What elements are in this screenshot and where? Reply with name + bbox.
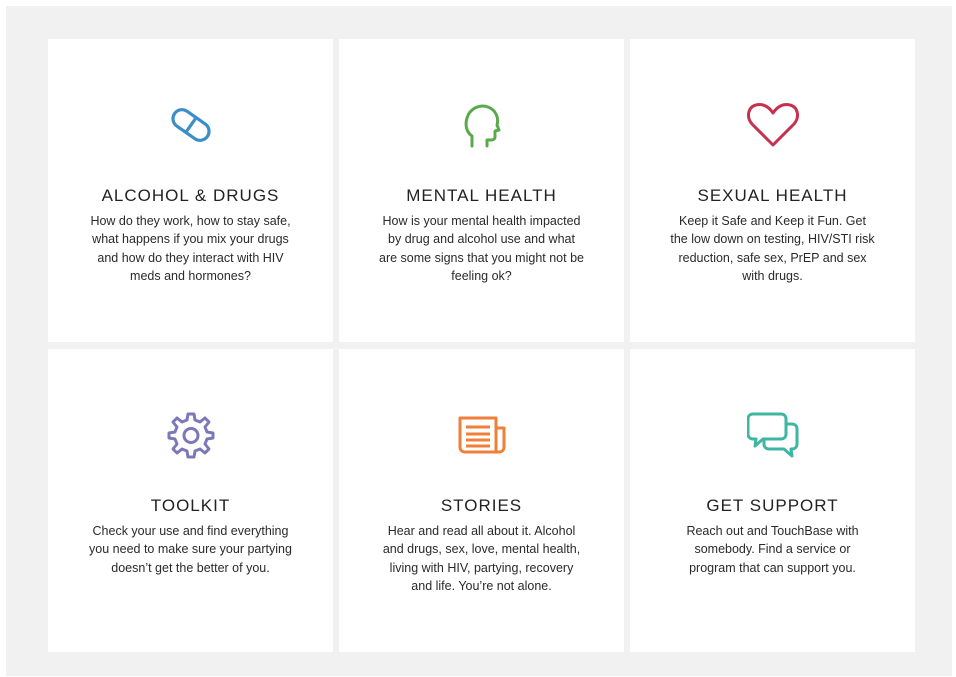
card-description: Hear and read all about it. Alcohol and …	[382, 524, 581, 593]
card-title: ALCOHOL & DRUGS	[101, 186, 280, 205]
card-sexual-health[interactable]: SEXUAL HEALTH Keep it Safe and Keep it F…	[630, 39, 915, 342]
card-description: Reach out and TouchBase with somebody. F…	[686, 524, 859, 575]
card-mental-health[interactable]: MENTAL HEALTH How is your mental health …	[339, 39, 624, 342]
head-icon	[339, 99, 624, 151]
gear-icon	[48, 409, 333, 461]
card-toolkit[interactable]: TOOLKIT Check your use and find everythi…	[48, 349, 333, 652]
card-description: How is your mental health impacted by dr…	[379, 214, 584, 283]
newspaper-icon	[339, 409, 624, 461]
card-description: Keep it Safe and Keep it Fun. Get the lo…	[670, 214, 875, 283]
card-title: MENTAL HEALTH	[406, 186, 557, 205]
card-alcohol-drugs[interactable]: ALCOHOL & DRUGS How do they work, how to…	[48, 39, 333, 342]
card-title: TOOLKIT	[150, 496, 231, 515]
card-title: STORIES	[440, 496, 523, 515]
card-title: SEXUAL HEALTH	[697, 186, 848, 205]
card-title: GET SUPPORT	[706, 496, 839, 515]
card-get-support[interactable]: GET SUPPORT Reach out and TouchBase with…	[630, 349, 915, 652]
pill-icon	[48, 99, 333, 151]
card-stories[interactable]: STORIES Hear and read all about it. Alco…	[339, 349, 624, 652]
topic-grid: ALCOHOL & DRUGS How do they work, how to…	[48, 39, 915, 652]
chat-bubbles-icon	[630, 409, 915, 461]
heart-icon	[630, 99, 915, 151]
card-description: How do they work, how to stay safe, what…	[90, 214, 291, 283]
page-background: ALCOHOL & DRUGS How do they work, how to…	[6, 6, 952, 676]
card-description: Check your use and find everything you n…	[89, 524, 292, 575]
